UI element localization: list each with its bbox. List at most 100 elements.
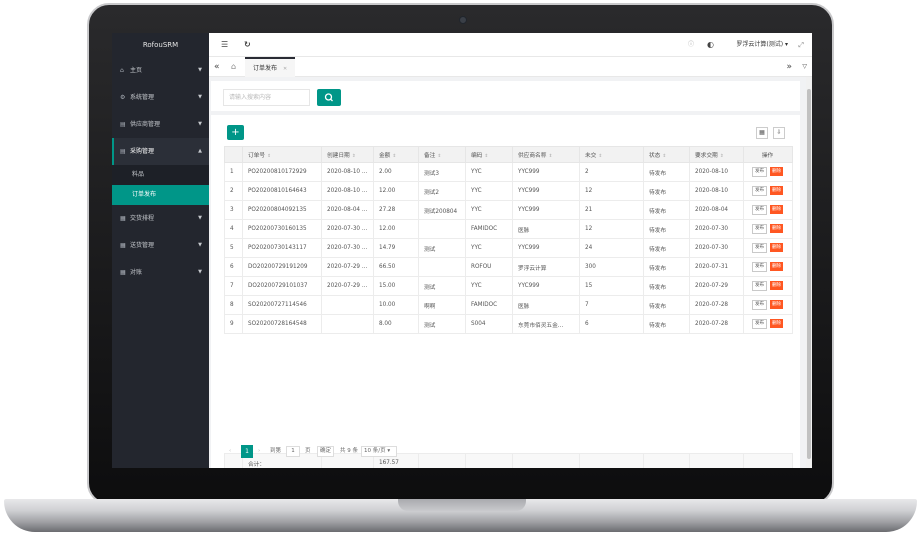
sort-icon[interactable]: ⇕: [267, 154, 271, 159]
column-header-order-no[interactable]: 订单号 ⇕: [242, 146, 322, 163]
table-row[interactable]: 9 SO20200728164548 8.00 测试 S004 东莞市佰灵五金... 6 待发…: [224, 314, 793, 334]
table-row[interactable]: 1 PO20200810172929 2020-08-10 ... 2.00 测试3 YY…: [224, 162, 793, 182]
fullscreen-icon[interactable]: ⤢: [798, 33, 804, 57]
cell-created-date: 2020-07-29 ...: [321, 257, 374, 277]
sidebar-item-schedule[interactable]: ▦ 交货排程 ▼: [112, 205, 209, 232]
current-page[interactable]: 1: [241, 445, 253, 458]
table-row[interactable]: 6 DO20200729191209 2020-07-29 ... 66.50 ROFO…: [224, 257, 793, 277]
table-row[interactable]: 4 PO20200730160135 2020-07-30 ... 12.00 FAMI…: [224, 219, 793, 239]
tabs-next-icon[interactable]: »: [786, 57, 792, 77]
table-row[interactable]: 5 PO20200730143117 2020-07-30 ... 14.79 测试 YY…: [224, 238, 793, 258]
publish-button[interactable]: 发布: [752, 243, 767, 253]
delete-button[interactable]: 删除: [770, 243, 783, 252]
sort-icon[interactable]: ⇕: [720, 154, 724, 159]
close-icon[interactable]: ✕: [283, 66, 287, 72]
delete-button[interactable]: 删除: [770, 186, 783, 195]
column-header-code[interactable]: 编码 ⇕: [465, 146, 513, 163]
publish-button[interactable]: 发布: [752, 205, 767, 215]
refresh-icon[interactable]: ↻: [244, 33, 251, 57]
menu-toggle-icon[interactable]: ☰: [221, 33, 228, 57]
cell-actions: 发布 删除: [743, 181, 793, 201]
search-button[interactable]: [317, 89, 341, 106]
info-icon[interactable]: ⓘ: [688, 33, 694, 57]
scrollbar-thumb[interactable]: [807, 89, 811, 459]
publish-button[interactable]: 发布: [752, 262, 767, 272]
search-input[interactable]: 请输入搜索内容: [223, 89, 310, 106]
sidebar-item-delivery[interactable]: ▦ 送货管理 ▼: [112, 232, 209, 259]
page-size-select[interactable]: 10 条/页 ▾: [361, 446, 397, 457]
column-header-actions: 操作: [743, 146, 793, 163]
cell-supplier-name: YYC999: [512, 162, 580, 182]
column-header-created[interactable]: 创建日期 ⇕: [321, 146, 374, 163]
sort-icon[interactable]: ⇕: [392, 154, 396, 159]
sidebar-item-reconcile[interactable]: ▦ 对账 ▼: [112, 259, 209, 286]
cell-row-index: 8: [224, 295, 243, 315]
delete-button[interactable]: 删除: [770, 167, 783, 176]
goto-confirm-button[interactable]: 确定: [317, 446, 334, 457]
column-header-status[interactable]: 状态 ⇕: [643, 146, 690, 163]
export-icon[interactable]: ⇩: [773, 127, 785, 139]
tabs-prev-icon[interactable]: «: [214, 57, 220, 77]
sidebar-item-home[interactable]: ⌂ 主页 ▼: [112, 57, 209, 84]
publish-button[interactable]: 发布: [752, 281, 767, 291]
sidebar-subitem-order-release[interactable]: 订单发布: [112, 185, 209, 205]
add-button[interactable]: +: [227, 125, 244, 140]
cell-row-index: 7: [224, 276, 243, 296]
top-header: ☰ ↻ ⓘ ◐ 罗浮云计算(测试) ▾ ⤢: [209, 33, 812, 57]
column-header-remark[interactable]: 备注 ⇕: [418, 146, 466, 163]
column-header-due[interactable]: 要求交期 ⇕: [689, 146, 744, 163]
publish-button[interactable]: 发布: [752, 300, 767, 310]
delete-button[interactable]: 删除: [770, 281, 783, 290]
vertical-scrollbar[interactable]: [806, 77, 812, 468]
publish-button[interactable]: 发布: [752, 167, 767, 177]
cell-code: YYC: [465, 238, 513, 258]
delete-button[interactable]: 删除: [770, 224, 783, 233]
sort-icon[interactable]: ⇕: [437, 154, 441, 159]
table-header-row: 订单号 ⇕ 创建日期 ⇕ 金额 ⇕ 备注 ⇕ 编码 ⇕ 供应商名称 ⇕ 未交 ⇕ 状态 ⇕ 要求…: [224, 146, 793, 163]
delete-button[interactable]: 删除: [770, 205, 783, 214]
column-header-supplier[interactable]: 供应商名称 ⇕: [512, 146, 580, 163]
home-tab-icon[interactable]: ⌂: [231, 57, 236, 77]
sidebar-item-system[interactable]: ⚙ 系统管理 ▼: [112, 84, 209, 111]
cell-remark: 测试: [418, 276, 466, 296]
sort-icon[interactable]: ⇕: [548, 154, 552, 159]
publish-button[interactable]: 发布: [752, 224, 767, 234]
cell-created-date: 2020-08-10 ...: [321, 162, 374, 182]
goto-page-input[interactable]: 1: [286, 446, 300, 457]
sort-icon[interactable]: ⇕: [598, 154, 602, 159]
prev-page-icon[interactable]: ‹: [229, 445, 231, 458]
cell-code: FAMIDOC: [465, 219, 513, 239]
column-header-outstanding[interactable]: 未交 ⇕: [579, 146, 644, 163]
sidebar-subitem-materials[interactable]: 料品: [112, 165, 209, 185]
table-row[interactable]: 3 PO20200804092135 2020-08-04 ... 27.28 测试20…: [224, 200, 793, 220]
table-row[interactable]: 2 PO20200810164643 2020-08-10 ... 12.00 测试2 Y…: [224, 181, 793, 201]
sort-icon[interactable]: ⇕: [352, 154, 356, 159]
orders-table: 订单号 ⇕ 创建日期 ⇕ 金额 ⇕ 备注 ⇕ 编码 ⇕ 供应商名称 ⇕ 未交 ⇕ 状态 ⇕ 要求…: [224, 146, 793, 334]
sidebar-item-supplier[interactable]: ▤ 供应商管理 ▼: [112, 111, 209, 138]
cell-supplier-name: 医脉: [512, 219, 580, 239]
reconcile-icon: ▦: [120, 269, 126, 276]
tabs-dropdown-icon[interactable]: ▽: [802, 57, 807, 77]
tab-order-release[interactable]: 订单发布 ✕: [245, 57, 296, 77]
publish-button[interactable]: 发布: [752, 186, 767, 196]
table-row[interactable]: 7 DO20200729101037 2020-07-29 ... 15.00 测试 YY…: [224, 276, 793, 296]
cell-code: YYC: [465, 162, 513, 182]
cell-outstanding: 7: [579, 295, 644, 315]
chevron-up-icon: ▲: [198, 148, 202, 154]
publish-button[interactable]: 发布: [752, 319, 767, 329]
column-header-amount[interactable]: 金额 ⇕: [373, 146, 419, 163]
columns-filter-icon[interactable]: ▦: [756, 127, 768, 139]
cell-row-index: 9: [224, 314, 243, 334]
cell-amount: 2.00: [373, 162, 419, 182]
next-page-icon[interactable]: ›: [258, 445, 260, 458]
sidebar-item-purchase[interactable]: ▤ 采购管理 ▲: [112, 138, 209, 165]
delete-button[interactable]: 删除: [770, 319, 783, 328]
delete-button[interactable]: 删除: [770, 300, 783, 309]
table-row[interactable]: 8 SO20200727114546 10.00 啊啊 FAMIDOC 医脉 7 待发布 202…: [224, 295, 793, 315]
delete-button[interactable]: 删除: [770, 262, 783, 271]
theme-icon[interactable]: ◐: [707, 33, 714, 57]
sort-icon[interactable]: ⇕: [484, 154, 488, 159]
user-menu[interactable]: 罗浮云计算(测试) ▾: [736, 33, 788, 57]
cell-due-date: 2020-07-30: [689, 219, 744, 239]
sort-icon[interactable]: ⇕: [662, 154, 666, 159]
